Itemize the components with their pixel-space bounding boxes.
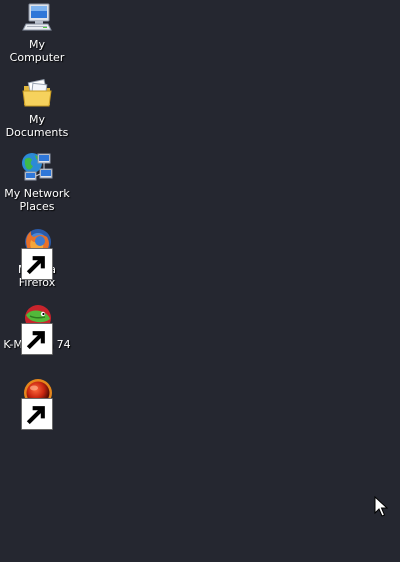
- shortcut-arrow-icon: [21, 398, 53, 430]
- desktop-icon-label: My Documents: [5, 113, 69, 139]
- mouse-pointer-icon: [374, 495, 389, 518]
- shortcut-arrow-icon: [21, 323, 53, 355]
- my-computer-icon: [21, 2, 53, 34]
- pego-icon: [21, 377, 53, 430]
- folder-documents-icon: [21, 77, 53, 109]
- desktop-icon-my-computer[interactable]: My Computer: [0, 2, 74, 64]
- kmeleon-icon: [21, 302, 53, 355]
- desktop-icon-my-network-places[interactable]: My Network Places: [0, 151, 74, 213]
- firefox-icon: [21, 227, 53, 280]
- network-places-icon: [21, 151, 53, 183]
- desktop-icon-mozilla-firefox[interactable]: Mozilla Firefox: [0, 227, 74, 289]
- desktop-icon-pego[interactable]: Pego: [0, 377, 74, 430]
- desktop[interactable]: My Computer My Documents My Network Plac…: [0, 0, 400, 562]
- desktop-icon-k-meleon[interactable]: K-Meleon 74: [0, 302, 74, 355]
- desktop-icon-label: My Network Places: [4, 187, 70, 213]
- desktop-icon-label: My Computer: [9, 38, 65, 64]
- desktop-icon-my-documents[interactable]: My Documents: [0, 77, 74, 139]
- shortcut-arrow-icon: [21, 248, 53, 280]
